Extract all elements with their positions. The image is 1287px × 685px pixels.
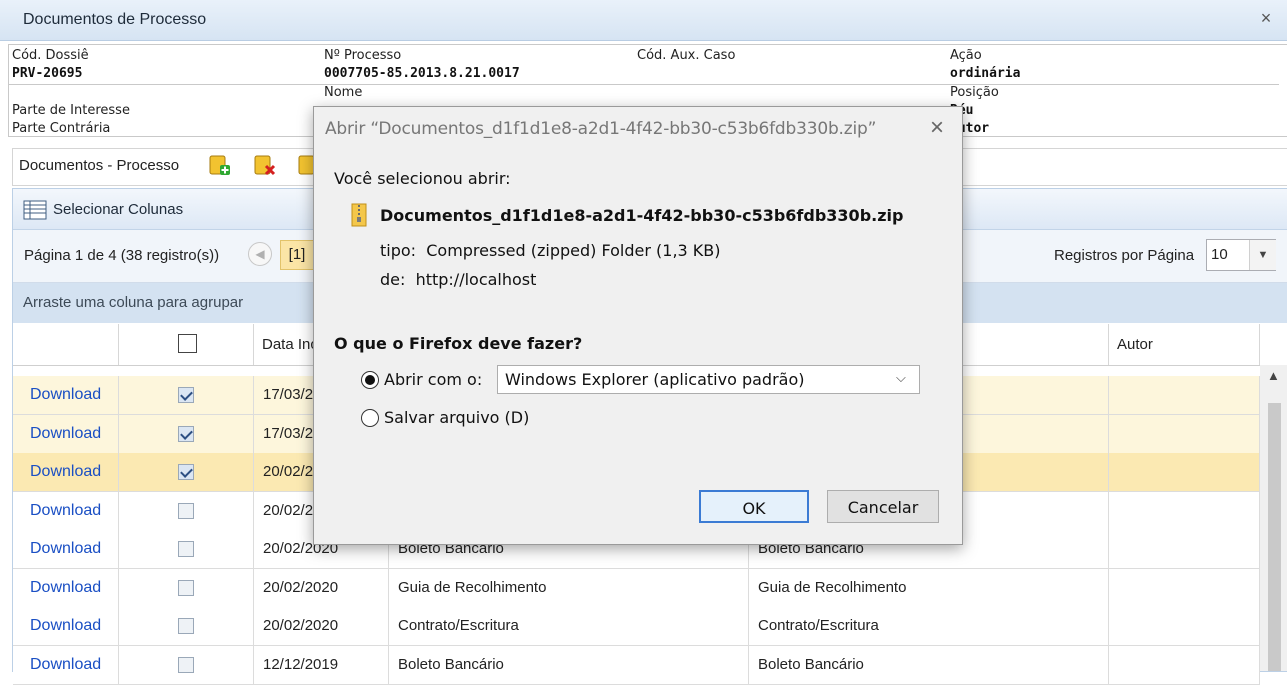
add-document-icon[interactable] (208, 154, 230, 176)
dialog-intro: Você selecionou abrir: (334, 169, 511, 188)
download-link[interactable]: Download (13, 568, 119, 607)
divider (9, 84, 1279, 85)
column-header-autor[interactable]: Autor (1109, 324, 1260, 365)
download-link[interactable]: Download (13, 607, 119, 645)
dialog-filename: Documentos_d1f1d1e8-a2d1-4f42-bb30-c53b6… (380, 206, 904, 225)
cell-autor (1109, 453, 1260, 491)
parte-contraria-label: Parte Contrária (12, 121, 111, 136)
row-select-cell (119, 414, 254, 453)
posicao-label: Posição (950, 85, 999, 100)
cell-date: 20/02/2020 (254, 568, 389, 607)
table-row[interactable]: Download 20/02/2020 Guia de Recolhimento Gu… (13, 568, 1260, 608)
cell-autor (1109, 568, 1260, 607)
cell-desc: Guia de Recolhimento (749, 568, 1109, 607)
documents-title: Documentos - Processo (19, 157, 180, 174)
table-row[interactable]: Download 12/12/2019 Boleto Bancário Boleto … (13, 645, 1260, 685)
cell-autor (1109, 376, 1260, 414)
ok-button[interactable]: OK (699, 490, 809, 523)
chevron-down-icon[interactable]: ▼ (1249, 240, 1276, 270)
save-file-radio[interactable] (361, 409, 379, 427)
dialog-source: de: http://localhost (380, 270, 537, 289)
row-select-cell (119, 376, 254, 414)
records-per-page-select[interactable]: 10 ▼ (1206, 239, 1276, 271)
cancel-button[interactable]: Cancelar (827, 490, 939, 523)
vertical-scrollbar[interactable]: ▲ (1260, 365, 1287, 671)
prev-page-icon[interactable]: ◀ (248, 242, 272, 266)
table-row[interactable]: Download 20/02/2020 Contrato/Escritura Cont… (13, 607, 1260, 646)
dialog-question: O que o Firefox deve fazer? (334, 334, 583, 353)
row-select-cell (119, 530, 254, 568)
cell-desc: Contrato/Escritura (749, 607, 1109, 645)
acao-label: Ação (950, 48, 982, 63)
download-link[interactable]: Download (13, 376, 119, 414)
cell-autor (1109, 414, 1260, 453)
cell-autor (1109, 491, 1260, 530)
cod-dossie-label: Cód. Dossiê (12, 48, 89, 63)
open-with-app-value: Windows Explorer (aplicativo padrão) (505, 370, 805, 389)
select-columns-label[interactable]: Selecionar Colunas (53, 201, 183, 218)
row-checkbox[interactable] (178, 656, 194, 673)
page-info: Página 1 de 4 (38 registro(s)) (24, 247, 220, 264)
cell-tipo: Boleto Bancário (389, 645, 749, 684)
close-icon[interactable]: × (1256, 8, 1276, 28)
cell-autor (1109, 530, 1260, 568)
delete-document-icon[interactable] (253, 154, 276, 176)
parte-interesse-label: Parte de Interesse (12, 103, 130, 118)
download-link[interactable]: Download (13, 645, 119, 684)
cell-tipo: Guia de Recolhimento (389, 568, 749, 607)
window-titlebar: Documentos de Processo × (0, 0, 1287, 41)
download-link[interactable]: Download (13, 414, 119, 453)
open-file-dialog: Abrir “Documentos_d1f1d1e8-a2d1-4f42-bb3… (313, 106, 963, 545)
row-checkbox[interactable] (178, 502, 194, 519)
open-with-label[interactable]: Abrir com o: (384, 370, 482, 389)
dialog-title: Abrir “Documentos_d1f1d1e8-a2d1-4f42-bb3… (325, 119, 877, 139)
cell-date: 12/12/2019 (254, 645, 389, 684)
cod-aux-label: Cód. Aux. Caso (637, 48, 736, 63)
row-checkbox[interactable] (178, 541, 194, 557)
download-link[interactable]: Download (13, 530, 119, 568)
cell-autor (1109, 645, 1260, 684)
records-per-page-value: 10 (1211, 246, 1228, 263)
row-select-cell (119, 645, 254, 684)
cod-dossie-value: PRV-20695 (12, 66, 83, 81)
select-all-checkbox[interactable] (178, 334, 197, 353)
dialog-type: tipo: Compressed (zipped) Folder (1,3 KB… (380, 241, 721, 260)
chevron-down-icon[interactable]: ⌵ (896, 370, 906, 386)
row-checkbox[interactable] (178, 579, 194, 596)
cell-date: 20/02/2020 (254, 607, 389, 645)
row-select-cell (119, 453, 254, 491)
open-with-radio[interactable] (361, 371, 379, 389)
row-checkbox[interactable] (178, 618, 194, 634)
download-link[interactable]: Download (13, 453, 119, 491)
row-select-cell (119, 491, 254, 530)
open-with-app-select[interactable]: Windows Explorer (aplicativo padrão) ⌵ (497, 365, 920, 394)
scrollbar-thumb[interactable] (1268, 403, 1281, 671)
columns-icon[interactable] (23, 200, 47, 223)
n-processo-value: 0007705-85.2013.8.21.0017 (324, 66, 520, 81)
row-select-cell (119, 568, 254, 607)
zip-folder-icon (351, 203, 367, 230)
current-page[interactable]: [1] (280, 240, 314, 270)
row-checkbox[interactable] (178, 387, 194, 403)
n-processo-label: Nº Processo (324, 48, 402, 63)
cell-autor (1109, 607, 1260, 645)
acao-value: ordinária (950, 66, 1021, 81)
row-checkbox[interactable] (178, 425, 194, 442)
dialog-close-icon[interactable]: × (924, 115, 950, 141)
column-header-select[interactable] (119, 324, 254, 365)
save-file-label[interactable]: Salvar arquivo (D) (384, 408, 529, 427)
window-title: Documentos de Processo (23, 11, 207, 28)
divider (9, 44, 1287, 45)
group-hint: Arraste uma coluna para agrupar (23, 294, 244, 311)
row-select-cell (119, 607, 254, 645)
row-checkbox[interactable] (178, 464, 194, 480)
records-per-page-label: Registros por Página (1054, 247, 1195, 264)
nome-label: Nome (324, 85, 363, 100)
cell-tipo: Contrato/Escritura (389, 607, 749, 645)
scroll-up-icon[interactable]: ▲ (1267, 368, 1280, 383)
cell-desc: Boleto Bancário (749, 645, 1109, 684)
download-link[interactable]: Download (13, 491, 119, 530)
column-header-link[interactable] (13, 324, 119, 365)
